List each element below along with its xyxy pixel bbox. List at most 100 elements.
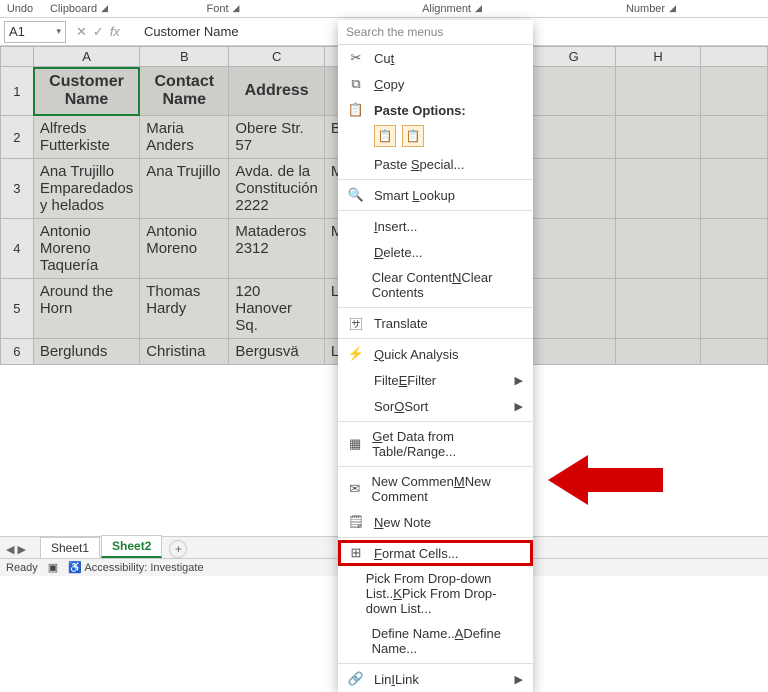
- row-header[interactable]: 3: [1, 159, 34, 219]
- formula-buttons: ✕ ✓ fx: [70, 24, 134, 40]
- menu-label: Paste Special...: [374, 157, 464, 172]
- menu-item-clear-contents[interactable]: Clear ContentNClear Contents: [338, 265, 533, 305]
- cell[interactable]: [616, 67, 700, 116]
- menu-icon: 📋: [348, 102, 364, 118]
- cell[interactable]: Maria Anders: [140, 116, 229, 159]
- macro-icon[interactable]: ▣: [48, 561, 58, 574]
- menu-icon: ▦: [348, 436, 362, 452]
- select-all-corner[interactable]: [1, 47, 34, 67]
- menu-item-paste-options[interactable]: 📋Paste Options:: [338, 97, 533, 123]
- launcher-icon[interactable]: ◢: [233, 3, 240, 14]
- menu-icon: 🔍: [348, 187, 364, 203]
- menu-item-copy[interactable]: ⧉ Copy: [338, 71, 533, 97]
- cell[interactable]: Thomas Hardy: [140, 279, 229, 339]
- cell[interactable]: Bergusvä: [229, 339, 325, 365]
- cell[interactable]: Berglunds: [33, 339, 139, 365]
- menu-label: Pick From Drop-down List..KPick From Dro…: [366, 571, 523, 616]
- new-sheet-button[interactable]: +: [169, 540, 187, 558]
- row-header[interactable]: 1: [1, 67, 34, 116]
- paste-option-icon[interactable]: 📋: [402, 125, 424, 147]
- menu-label: Delete...: [374, 245, 422, 260]
- enter-icon[interactable]: ✓: [93, 24, 104, 40]
- menu-icon: [348, 372, 364, 388]
- chevron-down-icon[interactable]: ▾: [56, 26, 61, 37]
- cancel-icon[interactable]: ✕: [76, 24, 87, 40]
- menu-label: Get Data from Table/Range...: [372, 429, 523, 459]
- menu-item-translate[interactable]: 🈂 Translate: [338, 310, 533, 336]
- menu-label: Smart Lookup: [374, 188, 455, 203]
- ribbon-group-labels: Undo Clipboard◢ Font◢ Alignment◢ Number◢: [0, 0, 768, 18]
- menu-item-link[interactable]: 🔗LinILink▶: [338, 666, 533, 692]
- cell[interactable]: Customer Name: [33, 67, 139, 116]
- menu-icon: 🈂: [348, 315, 364, 331]
- context-menu: Search the menus ✂Cut ⧉ Copy 📋Paste Options…: [338, 20, 533, 692]
- name-box[interactable]: A1▾: [4, 21, 66, 43]
- menu-label: Insert...: [374, 219, 417, 234]
- menu-item-cut[interactable]: ✂Cut: [338, 45, 533, 71]
- cell[interactable]: Contact Name: [140, 67, 229, 116]
- cell[interactable]: [532, 67, 616, 116]
- cell[interactable]: Alfreds Futterkiste: [33, 116, 139, 159]
- chevron-right-icon: ▶: [515, 374, 523, 387]
- menu-item-sort[interactable]: SorOSort▶: [338, 393, 533, 419]
- cell[interactable]: 120 Hanover Sq.: [229, 279, 325, 339]
- menu-label: Define Name..ADefine Name...: [372, 626, 523, 656]
- annotation-arrow: [548, 450, 668, 510]
- fx-icon[interactable]: fx: [110, 24, 128, 39]
- menu-item-insert[interactable]: Insert...: [338, 213, 533, 239]
- menu-icon: [348, 398, 364, 414]
- cell[interactable]: Avda. de la Constitución 2222: [229, 159, 325, 219]
- menu-item-filter[interactable]: FilteEFilter ▶: [338, 367, 533, 393]
- cell[interactable]: Around the Horn: [33, 279, 139, 339]
- paste-option-icon[interactable]: 📋: [374, 125, 396, 147]
- chevron-right-icon: ▶: [515, 673, 523, 686]
- menu-label: Quick Analysis: [374, 347, 459, 362]
- menu-icon: ⧉: [348, 76, 364, 92]
- menu-item-smart-lookup[interactable]: 🔍 Smart Lookup: [338, 182, 533, 208]
- chevron-right-icon: ▶: [515, 400, 523, 413]
- menu-label: Translate: [374, 316, 428, 331]
- cell[interactable]: Address: [229, 67, 325, 116]
- menu-icon: 🔗: [348, 671, 364, 687]
- menu-item-new-comment[interactable]: ✉New CommenMNew Comment: [338, 469, 533, 509]
- menu-label: Copy: [374, 77, 404, 92]
- menu-label: Clear ContentNClear Contents: [372, 270, 523, 300]
- menu-label: Cut: [374, 51, 394, 66]
- menu-label: New CommenMNew Comment: [372, 474, 523, 504]
- sheet-tab[interactable]: Sheet2: [101, 535, 162, 558]
- cell[interactable]: Ana Trujillo Emparedados y helados: [33, 159, 139, 219]
- status-ready: Ready: [6, 562, 38, 574]
- formula-content[interactable]: Customer Name: [138, 24, 239, 39]
- cell[interactable]: Christina: [140, 339, 229, 365]
- menu-icon: [348, 156, 364, 172]
- menu-item-define-name[interactable]: Define Name..ADefine Name...: [338, 621, 533, 661]
- launcher-icon[interactable]: ◢: [669, 3, 676, 14]
- cell[interactable]: [700, 67, 767, 116]
- menu-search[interactable]: Search the menus: [338, 20, 533, 45]
- menu-item-format-cells[interactable]: ⊞Format Cells...: [338, 540, 533, 566]
- row-header[interactable]: 6: [1, 339, 34, 365]
- row-header[interactable]: 2: [1, 116, 34, 159]
- cell[interactable]: Mataderos 2312: [229, 219, 325, 279]
- launcher-icon[interactable]: ◢: [475, 3, 482, 14]
- tab-nav[interactable]: ◀ ▶: [6, 543, 26, 556]
- accessibility-status[interactable]: ♿ Accessibility: Investigate: [68, 561, 203, 574]
- menu-icon: [348, 244, 364, 260]
- cell[interactable]: Antonio Moreno: [140, 219, 229, 279]
- paste-options-row: 📋📋: [338, 123, 533, 151]
- launcher-icon[interactable]: ◢: [101, 3, 108, 14]
- menu-item-get-data-from-table-range[interactable]: ▦ Get Data from Table/Range...: [338, 424, 533, 464]
- cell[interactable]: Ana Trujillo: [140, 159, 229, 219]
- menu-item-pick-from-drop-down-list[interactable]: Pick From Drop-down List..KPick From Dro…: [338, 566, 533, 621]
- row-header[interactable]: 4: [1, 219, 34, 279]
- menu-label: FilteEFilter: [374, 373, 436, 388]
- menu-item-quick-analysis[interactable]: ⚡Quick Analysis: [338, 341, 533, 367]
- sheet-tab[interactable]: Sheet1: [40, 537, 100, 558]
- menu-item-delete[interactable]: Delete...: [338, 239, 533, 265]
- cell[interactable]: Antonio Moreno Taquería: [33, 219, 139, 279]
- menu-icon: [348, 586, 356, 602]
- cell[interactable]: Obere Str. 57: [229, 116, 325, 159]
- row-header[interactable]: 5: [1, 279, 34, 339]
- menu-item-new-note[interactable]: 🗒New Note: [338, 509, 533, 535]
- menu-item-paste-special[interactable]: Paste Special...: [338, 151, 533, 177]
